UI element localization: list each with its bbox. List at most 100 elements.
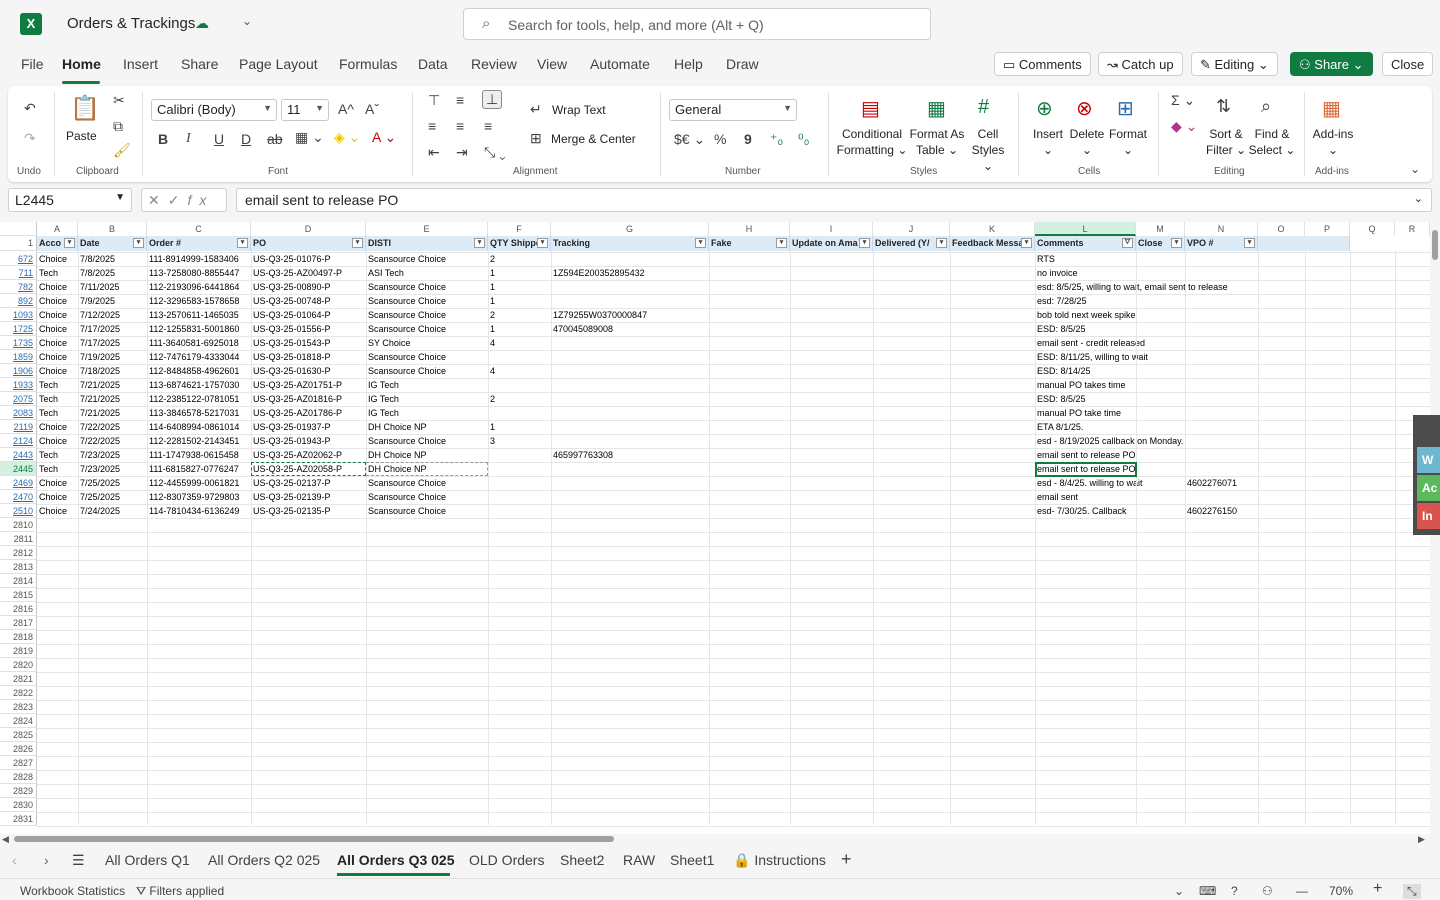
table-cell[interactable]: 114-7810434-6136249 xyxy=(147,504,239,518)
table-cell[interactable]: Choice xyxy=(37,280,67,294)
table-cell[interactable]: Scansource Choice xyxy=(366,280,446,294)
table-cell[interactable]: Tech xyxy=(37,406,58,420)
row-header[interactable]: 2124 xyxy=(0,434,37,448)
menu-view[interactable]: View xyxy=(537,56,567,72)
tab-all-orders-q1[interactable]: All Orders Q1 xyxy=(105,852,190,868)
table-cell[interactable]: 7/19/2025 xyxy=(78,350,120,364)
active-cell-selection[interactable] xyxy=(1035,462,1137,477)
filter-dropdown-icon[interactable]: ▾ xyxy=(695,238,706,248)
increase-font-icon[interactable]: A^ xyxy=(338,101,354,117)
table-cell[interactable]: US-Q3-25-01937-P xyxy=(251,420,331,434)
column-header[interactable]: P xyxy=(1305,222,1350,236)
comment-cell[interactable]: esd: 7/28/25 xyxy=(1035,294,1087,308)
table-cell[interactable]: 7/25/2025 xyxy=(78,476,120,490)
insert-cells-icon[interactable]: ⊕ xyxy=(1036,96,1053,121)
table-cell[interactable]: US-Q3-25-01064-P xyxy=(251,308,331,322)
comment-cell[interactable]: no invoice xyxy=(1035,266,1078,280)
decrease-decimal-icon[interactable]: ⁰₀ xyxy=(798,131,809,148)
menu-formulas[interactable]: Formulas xyxy=(339,56,397,72)
row-header[interactable]: 2075 xyxy=(0,392,37,406)
column-header[interactable]: H xyxy=(709,222,790,236)
comment-cell[interactable]: ESD: 8/11/25, willing to wait xyxy=(1035,350,1148,364)
comments-button[interactable]: ▭ Comments xyxy=(994,52,1091,76)
table-cell[interactable]: Scansource Choice xyxy=(366,252,446,266)
table-header-cell[interactable]: Delivered (Y/ ▾ xyxy=(873,236,950,251)
column-header[interactable]: D xyxy=(251,222,366,236)
menu-page-layout[interactable]: Page Layout xyxy=(239,56,318,72)
table-cell[interactable]: 7/24/2025 xyxy=(78,504,120,518)
column-header[interactable]: J xyxy=(873,222,950,236)
row-header[interactable]: 2827 xyxy=(0,756,37,770)
comment-cell[interactable]: ESD: 8/5/25 xyxy=(1035,392,1086,406)
paste-label[interactable]: Paste xyxy=(66,128,97,144)
comment-cell[interactable]: ESD: 8/5/25 xyxy=(1035,322,1086,336)
table-cell[interactable]: 7/21/2025 xyxy=(78,378,120,392)
orientation-icon[interactable]: ⤡ ⌄ xyxy=(484,144,506,161)
row-header[interactable]: 2510 xyxy=(0,504,37,518)
table-cell[interactable]: US-Q3-25-01543-P xyxy=(251,336,331,350)
chevron-down-icon[interactable]: ⌄ xyxy=(242,14,252,28)
row-header[interactable]: 1859 xyxy=(0,350,37,364)
table-cell[interactable]: 112-1255831-5001860 xyxy=(147,322,239,336)
sort-filter-icon[interactable]: ⇅ xyxy=(1216,96,1231,117)
filter-dropdown-icon[interactable]: ▾ xyxy=(1021,238,1032,248)
table-cell[interactable]: 1Z79255W0370000847 xyxy=(551,308,647,322)
conditional-formatting-button[interactable]: Conditional Formatting ⌄ xyxy=(836,126,908,158)
vpo-cell[interactable]: 4602276071 xyxy=(1185,476,1237,490)
italic-icon[interactable]: I xyxy=(186,131,191,147)
vpo-cell[interactable]: 4602276150 xyxy=(1185,504,1237,518)
table-cell[interactable]: 111-1747938-0615458 xyxy=(147,448,239,462)
table-cell[interactable]: Scansource Choice xyxy=(366,308,446,322)
table-cell[interactable]: 7/23/2025 xyxy=(78,462,120,476)
table-cell[interactable]: Scansource Choice xyxy=(366,364,446,378)
menu-help[interactable]: Help xyxy=(674,56,703,72)
row-header[interactable]: 2812 xyxy=(0,546,37,560)
table-cell[interactable]: US-Q3-25-01818-P xyxy=(251,350,331,364)
insert-cells-button[interactable]: Insert ⌄ xyxy=(1030,126,1066,158)
table-cell[interactable]: Choice xyxy=(37,350,67,364)
column-header[interactable]: B xyxy=(78,222,147,236)
comment-cell[interactable]: ETA 8/1/25. xyxy=(1035,420,1083,434)
table-cell[interactable]: 113-7258080-8855447 xyxy=(147,266,239,280)
row-header[interactable]: 1933 xyxy=(0,378,37,392)
row-header[interactable]: 2819 xyxy=(0,644,37,658)
row-header[interactable]: 2469 xyxy=(0,476,37,490)
table-cell[interactable]: 1 xyxy=(488,266,495,280)
table-header-cell[interactable]: Close ▾ xyxy=(1136,236,1185,251)
ribbon-expand-icon[interactable]: ⌄ xyxy=(1410,162,1420,176)
column-header[interactable]: N xyxy=(1185,222,1258,236)
align-top-icon[interactable]: ⊤ xyxy=(428,92,440,109)
row-header[interactable]: 2821 xyxy=(0,672,37,686)
table-cell[interactable]: 113-3846578-5217031 xyxy=(147,406,239,420)
table-cell[interactable]: Choice xyxy=(37,308,67,322)
row-header[interactable]: 2829 xyxy=(0,784,37,798)
table-cell[interactable]: 1 xyxy=(488,420,495,434)
row-header[interactable]: 892 xyxy=(0,294,37,308)
format-cells-button[interactable]: Format ⌄ xyxy=(1108,126,1148,158)
row-header[interactable]: 2813 xyxy=(0,560,37,574)
format-as-table-icon[interactable]: ▦ xyxy=(927,96,946,121)
cell-styles-icon[interactable]: # xyxy=(978,96,989,119)
wrap-text-icon[interactable]: ↵ xyxy=(530,101,542,118)
table-cell[interactable]: Tech xyxy=(37,378,58,392)
table-cell[interactable]: 7/8/2025 xyxy=(78,252,115,266)
table-cell[interactable]: 7/9/2025 xyxy=(78,294,115,308)
table-header-cell[interactable]: Feedback Messa ▾ xyxy=(950,236,1035,251)
keyboard-icon[interactable]: ⌨ xyxy=(1199,884,1216,898)
row-header[interactable]: 1725 xyxy=(0,322,37,336)
table-cell[interactable]: US-Q3-25-01943-P xyxy=(251,434,331,448)
column-header[interactable]: F xyxy=(488,222,551,236)
editing-mode-button[interactable]: ✎ Editing ⌄ xyxy=(1191,52,1278,76)
column-header[interactable]: Q xyxy=(1350,222,1395,236)
table-cell[interactable]: US-Q3-25-AZ00497-P xyxy=(251,266,342,280)
decrease-font-icon[interactable]: Aˇ xyxy=(365,101,379,117)
row-header[interactable]: 2810 xyxy=(0,518,37,532)
table-header-cell[interactable]: Acco ▾ xyxy=(37,236,78,251)
menu-data[interactable]: Data xyxy=(418,56,448,72)
table-cell[interactable]: US-Q3-25-AZ01786-P xyxy=(251,406,342,420)
column-header[interactable]: K xyxy=(950,222,1035,236)
table-cell[interactable]: 111-8914999-1583406 xyxy=(147,252,239,266)
table-cell[interactable]: 7/11/2025 xyxy=(78,280,119,294)
table-cell[interactable]: Choice xyxy=(37,336,67,350)
table-cell[interactable]: 112-8484858-4962601 xyxy=(147,364,239,378)
